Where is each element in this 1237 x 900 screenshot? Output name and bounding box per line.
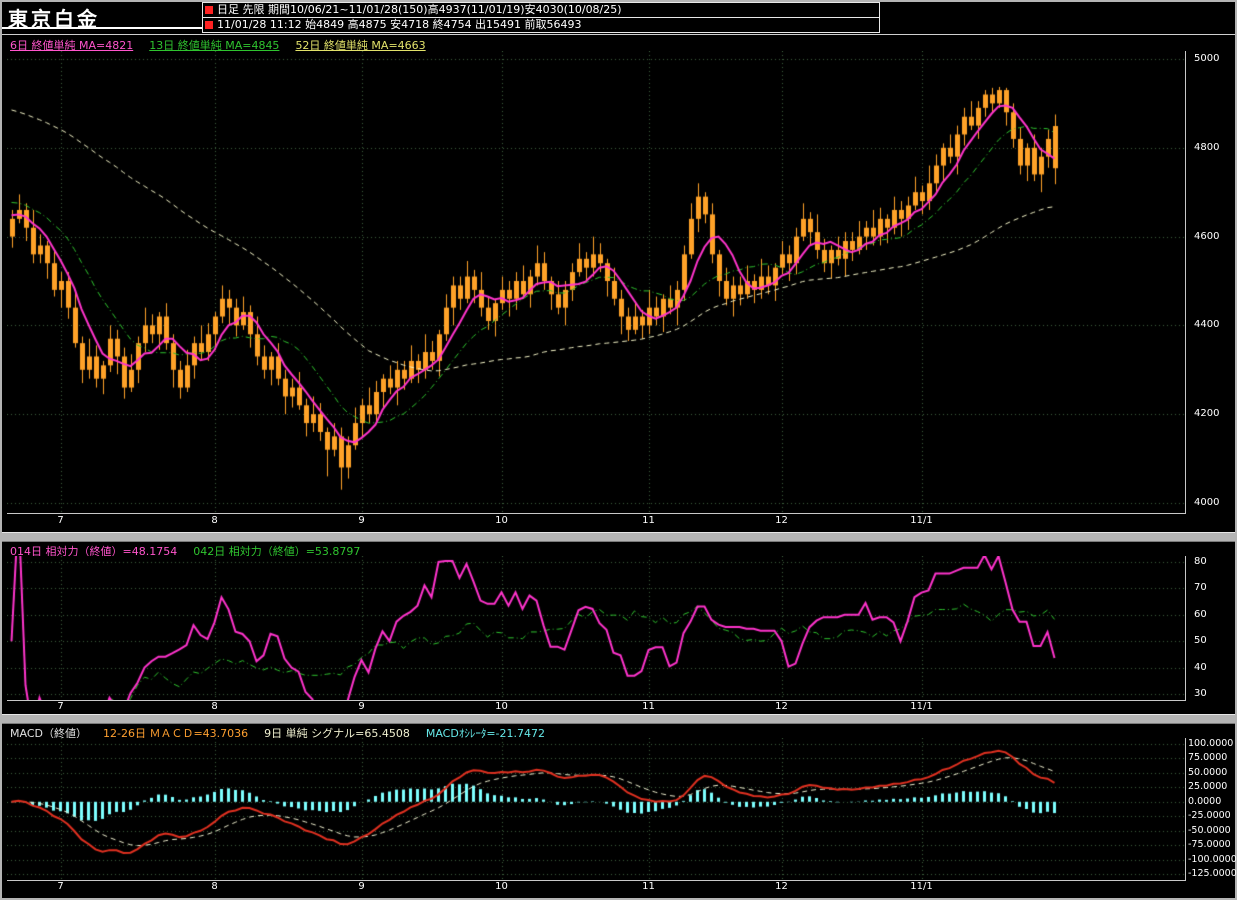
ohlc-info-row: 11/01/28 11:12 始4849 高4875 安4718 終4754 出… (203, 17, 879, 32)
y-axis-label: 80 (1194, 556, 1207, 567)
x-axis-label: 8 (211, 881, 218, 892)
x-axis-label: 7 (57, 881, 64, 892)
x-axis-label: 10 (495, 881, 508, 892)
y-axis-label: 4000 (1194, 497, 1220, 508)
panel-splitter[interactable] (2, 532, 1235, 542)
y-axis-label: 4200 (1194, 408, 1220, 420)
x-axis-label: 9 (358, 701, 365, 712)
x-axis-label: 9 (358, 881, 365, 892)
x-axis-label: 7 (57, 701, 64, 712)
app-window: 東京白金 日足 先限 期間10/06/21~11/01/28(150)高4937… (2, 2, 1237, 898)
y-axis-label: 5000 (1194, 53, 1220, 64)
y-axis-label: 40 (1194, 661, 1207, 673)
y-axis-label: 30 (1194, 688, 1207, 699)
ohlc-info-text: 11/01/28 11:12 始4849 高4875 安4718 終4754 出… (217, 18, 582, 31)
panel-splitter[interactable] (2, 714, 1235, 724)
x-axis-label: 10 (495, 515, 508, 526)
price-chart-panel: 6日 終値単純 MA=4821 13日 終値単純 MA=4845 52日 終値単純 … (2, 34, 1235, 532)
y-axis-label: -125.0000 (1188, 868, 1237, 879)
x-axis-label: 11/1 (910, 881, 933, 892)
y-axis-label: -100.0000 (1188, 853, 1237, 865)
x-axis-label: 11/1 (910, 515, 933, 526)
x-axis-label: 11 (642, 881, 655, 892)
x-axis-label: 11 (642, 515, 655, 526)
y-axis-label: 70 (1194, 582, 1207, 594)
quote-info-box: 日足 先限 期間10/06/21~11/01/28(150)高4937(11/0… (202, 2, 880, 33)
y-axis-label: 75.0000 (1188, 752, 1228, 764)
x-axis-label: 12 (775, 515, 788, 526)
x-axis-label: 12 (775, 701, 788, 712)
title-underline (2, 27, 202, 29)
x-axis-label: 11 (642, 701, 655, 712)
y-axis-label: -50.0000 (1188, 824, 1231, 836)
contract-info-text: 日足 先限 期間10/06/21~11/01/28(150)高4937(11/0… (217, 3, 622, 16)
y-axis-label: 100.0000 (1188, 738, 1234, 749)
y-axis-label: 25.0000 (1188, 781, 1228, 793)
macd-panel: MACD（終値） 12-26日 ＭＡＣＤ=43.7036 9日 単純 シグナル=65… (2, 724, 1237, 898)
x-axis-label: 7 (57, 515, 64, 526)
x-axis-label: 8 (211, 515, 218, 526)
x-axis-label: 8 (211, 701, 218, 712)
x-axis-label: 12 (775, 881, 788, 892)
y-axis-label: 4600 (1194, 230, 1220, 242)
red-marker-icon (205, 6, 213, 14)
y-axis-label: -75.0000 (1188, 839, 1231, 851)
y-axis-label: 50 (1194, 635, 1207, 647)
y-axis-label: 50.0000 (1188, 766, 1228, 778)
x-axis-label: 9 (358, 515, 365, 526)
red-marker-icon (205, 21, 213, 29)
y-axis-label: 60 (1194, 608, 1207, 620)
contract-info-row: 日足 先限 期間10/06/21~11/01/28(150)高4937(11/0… (203, 3, 879, 17)
macd-chart-canvas[interactable] (7, 738, 1186, 881)
price-chart-canvas[interactable] (7, 51, 1186, 514)
x-axis-label: 10 (495, 701, 508, 712)
rsi-panel: 014日 相対力（終値）=48.1754 042日 相対力（終値）=53.8797… (2, 542, 1235, 714)
y-axis-label: 4800 (1194, 141, 1220, 153)
y-axis-label: 4400 (1194, 319, 1220, 331)
y-axis-label: -25.0000 (1188, 810, 1231, 822)
y-axis-label: 0.0000 (1188, 795, 1222, 807)
rsi-chart-canvas[interactable] (7, 556, 1186, 701)
header-bar: 東京白金 日足 先限 期間10/06/21~11/01/28(150)高4937… (2, 2, 1235, 34)
x-axis-label: 11/1 (910, 701, 933, 712)
